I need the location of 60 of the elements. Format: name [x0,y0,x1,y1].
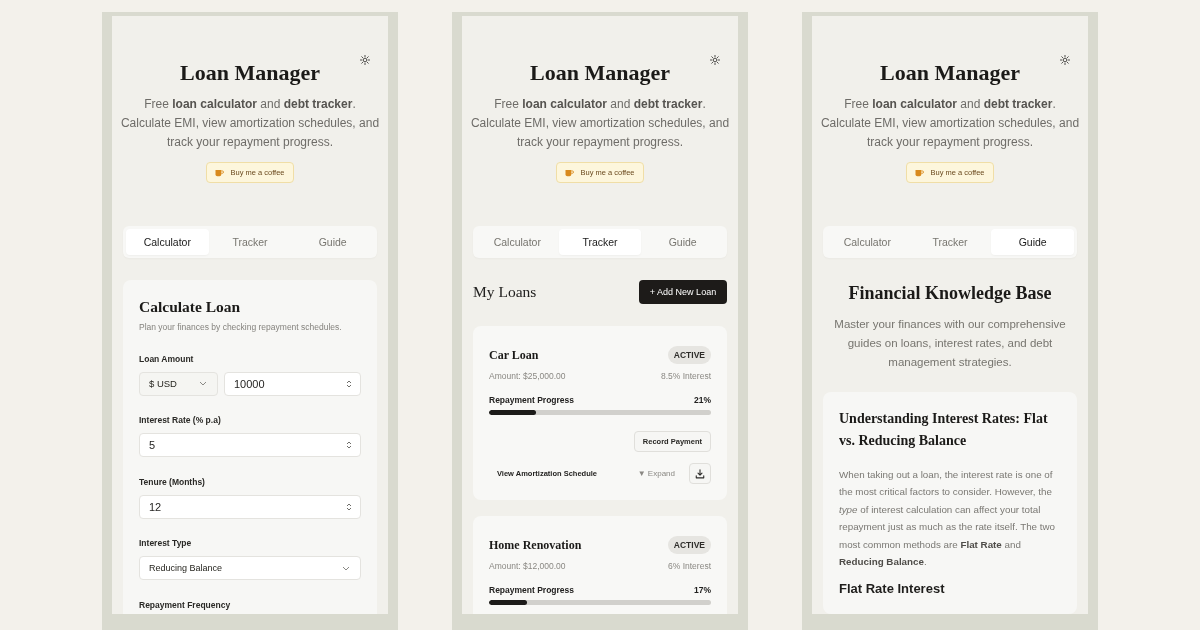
field-label: Interest Rate (% p.a) [139,414,222,427]
tab[interactable]: Guide [641,229,724,255]
app-description: Free loan calculator and debt tracker. Calculate EMI, view amortization schedules, and track your repayment progress. [819,96,1081,151]
tab[interactable]: Guide [291,229,374,255]
section-title: My Loans [473,283,537,301]
sun-icon[interactable] [710,55,720,65]
sun-icon[interactable] [360,55,370,65]
progress-label: Repayment Progress [489,394,575,407]
tab[interactable]: Calculator [126,229,209,255]
status-badge: ACTIVE [667,346,711,364]
section-intro: Master your finances with our comprehensive guides on loans, interest rates, and debt management strategies. [833,317,1067,370]
app-title: Loan Manager [530,59,670,87]
currency-select[interactable]: $ USD [139,371,218,396]
spinner-icon[interactable] [346,378,352,389]
interest-rate: 6% Interest [668,560,711,573]
loan-name: Car Loan [489,347,539,363]
dropdown-select[interactable]: Reducing Balance [139,556,361,580]
field-label: Tenure (Months) [139,475,206,489]
number-input[interactable]: 12 [139,494,361,519]
expand-toggle[interactable]: ▼ Expand [635,469,677,478]
tab[interactable]: Tracker [208,229,292,255]
chevron-icon [342,565,350,571]
field-label: Loan Amount [139,352,195,366]
field-label: Interest Type [139,537,193,550]
tab[interactable]: Guide [991,229,1074,255]
progress-label: Repayment Progress [489,584,575,597]
loan-name: Home Renovation [489,537,582,553]
download-button[interactable] [689,463,711,484]
app-title: Loan Manager [180,59,320,87]
loan-amount: Amount: $12,000.00 [489,560,566,573]
tab[interactable]: Calculator [476,229,559,255]
card-description: Plan your finances by checking repayment schedules. [139,321,343,334]
download-icon [695,468,705,479]
card-title: Calculate Loan [139,297,242,317]
interest-rate: 8.5% Interest [660,370,711,383]
field-label: Repayment Frequency [139,598,232,612]
tab[interactable]: Calculator [826,229,909,255]
tab[interactable]: Tracker [908,229,992,255]
section-title: Financial Knowledge Base [847,282,1053,305]
app-description: Free loan calculator and debt tracker. Calculate EMI, view amortization schedules, and track your repayment progress. [119,96,381,151]
article-subheading: Flat Rate Interest [839,580,946,599]
sun-icon[interactable] [1060,55,1070,65]
amount-input[interactable]: 10000 [224,371,361,396]
progress-percent: 21% [694,394,711,407]
loan-amount: Amount: $25,000.00 [489,370,566,383]
cup-icon [915,168,925,177]
tab[interactable]: Tracker [558,229,642,255]
chevron-icon [199,381,207,386]
app-description: Free loan calculator and debt tracker. Calculate EMI, view amortization schedules, and track your repayment progress. [469,96,731,151]
spinner-icon[interactable] [346,501,352,512]
cup-icon [565,168,575,177]
add-loan-button[interactable]: + Add New Loan [639,280,727,304]
app-title: Loan Manager [880,59,1020,87]
cup-icon [215,168,225,177]
article-body: When taking out a loan, the interest rate is one of the most critical factors to consider. However, the type of interest calculation can affect your total repayment just as much as the rate itself. The two most common methods are Flat Rate and Reducing Balance. [839,468,1056,570]
article-title: Understanding Interest Rates: Flat vs. Reducing Balance [839,410,1049,450]
status-badge: ACTIVE [667,536,711,554]
number-input[interactable]: 5 [139,433,361,457]
progress-percent: 17% [694,584,711,597]
spinner-icon[interactable] [346,440,352,450]
